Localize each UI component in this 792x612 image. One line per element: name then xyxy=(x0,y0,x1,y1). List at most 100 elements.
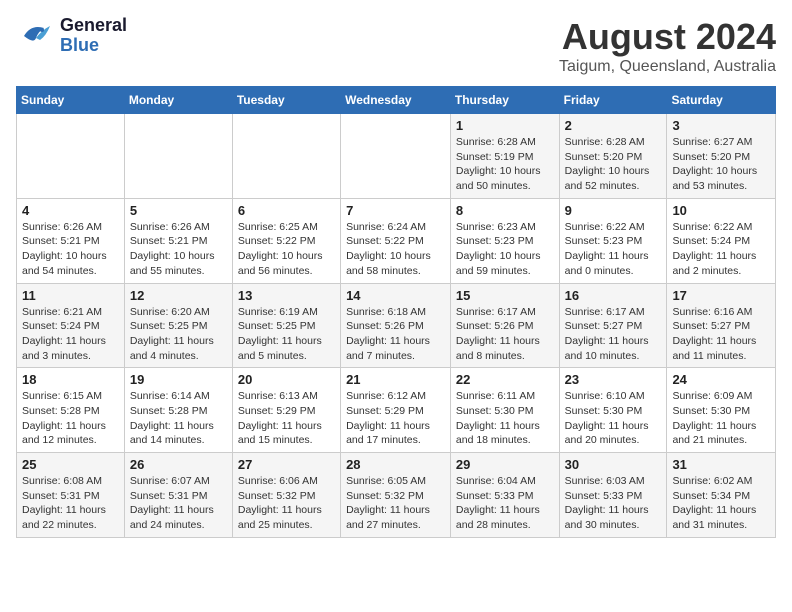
header-friday: Friday xyxy=(559,87,667,114)
month-year-title: August 2024 xyxy=(559,16,776,58)
logo-text: GeneralBlue xyxy=(60,16,127,56)
day-number: 12 xyxy=(130,288,227,303)
title-section: August 2024 Taigum, Queensland, Australi… xyxy=(559,16,776,76)
day-number: 4 xyxy=(22,203,119,218)
day-number: 23 xyxy=(565,372,662,387)
day-number: 17 xyxy=(672,288,770,303)
calendar-cell: 8 Sunrise: 6:23 AM Sunset: 5:23 PM Daylig… xyxy=(450,198,559,283)
day-number: 3 xyxy=(672,118,770,133)
day-number: 16 xyxy=(565,288,662,303)
day-number: 19 xyxy=(130,372,227,387)
cell-info: Sunrise: 6:28 AM Sunset: 5:20 PM Dayligh… xyxy=(565,135,662,194)
day-number: 28 xyxy=(346,457,445,472)
calendar-cell: 2 Sunrise: 6:28 AM Sunset: 5:20 PM Daylig… xyxy=(559,114,667,199)
calendar-cell: 21Sunrise: 6:12 AM Sunset: 5:29 PM Dayli… xyxy=(341,368,451,453)
day-number: 5 xyxy=(130,203,227,218)
calendar-cell: 30 Sunrise: 6:03 AM Sunset: 5:33 PM Dayli… xyxy=(559,453,667,538)
day-number: 24 xyxy=(672,372,770,387)
calendar-header-row: Sunday Monday Tuesday Wednesday Thursday… xyxy=(17,87,776,114)
cell-info: Sunrise: 6:07 AM Sunset: 5:31 PM Dayligh… xyxy=(130,474,227,533)
header-saturday: Saturday xyxy=(667,87,776,114)
day-number: 15 xyxy=(456,288,554,303)
calendar-cell: 22Sunrise: 6:11 AM Sunset: 5:30 PM Dayli… xyxy=(450,368,559,453)
logo-icon xyxy=(16,16,56,56)
calendar-cell xyxy=(124,114,232,199)
day-number: 22 xyxy=(456,372,554,387)
day-number: 9 xyxy=(565,203,662,218)
cell-info: Sunrise: 6:22 AM Sunset: 5:23 PM Dayligh… xyxy=(565,220,662,279)
cell-info: Sunrise: 6:24 AM Sunset: 5:22 PM Dayligh… xyxy=(346,220,445,279)
week-row-4: 18 Sunrise: 6:15 AM Sunset: 5:28 PM Dayli… xyxy=(17,368,776,453)
calendar-cell: 16 Sunrise: 6:17 AM Sunset: 5:27 PM Dayli… xyxy=(559,283,667,368)
cell-info: Sunrise: 6:16 AM Sunset: 5:27 PM Dayligh… xyxy=(672,305,770,364)
day-number: 1 xyxy=(456,118,554,133)
calendar-cell: 10Sunrise: 6:22 AM Sunset: 5:24 PM Dayli… xyxy=(667,198,776,283)
week-row-5: 25 Sunrise: 6:08 AM Sunset: 5:31 PM Dayli… xyxy=(17,453,776,538)
day-number: 2 xyxy=(565,118,662,133)
header-thursday: Thursday xyxy=(450,87,559,114)
calendar-cell: 23Sunrise: 6:10 AM Sunset: 5:30 PM Dayli… xyxy=(559,368,667,453)
cell-info: Sunrise: 6:15 AM Sunset: 5:28 PM Dayligh… xyxy=(22,389,119,448)
calendar-cell: 19 Sunrise: 6:14 AM Sunset: 5:28 PM Dayli… xyxy=(124,368,232,453)
header-sunday: Sunday xyxy=(17,87,125,114)
day-number: 20 xyxy=(238,372,335,387)
cell-info: Sunrise: 6:21 AM Sunset: 5:24 PM Dayligh… xyxy=(22,305,119,364)
cell-info: Sunrise: 6:08 AM Sunset: 5:31 PM Dayligh… xyxy=(22,474,119,533)
calendar-cell: 3 Sunrise: 6:27 AM Sunset: 5:20 PM Daylig… xyxy=(667,114,776,199)
calendar-cell: 31Sunrise: 6:02 AM Sunset: 5:34 PM Dayli… xyxy=(667,453,776,538)
cell-info: Sunrise: 6:19 AM Sunset: 5:25 PM Dayligh… xyxy=(238,305,335,364)
day-number: 7 xyxy=(346,203,445,218)
page-header: GeneralBlue August 2024 Taigum, Queensla… xyxy=(16,16,776,76)
calendar-cell: 5 Sunrise: 6:26 AM Sunset: 5:21 PM Daylig… xyxy=(124,198,232,283)
calendar-cell xyxy=(17,114,125,199)
day-number: 18 xyxy=(22,372,119,387)
location-subtitle: Taigum, Queensland, Australia xyxy=(559,58,776,76)
cell-info: Sunrise: 6:27 AM Sunset: 5:20 PM Dayligh… xyxy=(672,135,770,194)
calendar-cell: 29Sunrise: 6:04 AM Sunset: 5:33 PM Dayli… xyxy=(450,453,559,538)
cell-info: Sunrise: 6:26 AM Sunset: 5:21 PM Dayligh… xyxy=(130,220,227,279)
cell-info: Sunrise: 6:23 AM Sunset: 5:23 PM Dayligh… xyxy=(456,220,554,279)
calendar-cell: 6Sunrise: 6:25 AM Sunset: 5:22 PM Daylig… xyxy=(232,198,340,283)
calendar-cell: 7 Sunrise: 6:24 AM Sunset: 5:22 PM Daylig… xyxy=(341,198,451,283)
day-number: 11 xyxy=(22,288,119,303)
header-tuesday: Tuesday xyxy=(232,87,340,114)
day-number: 26 xyxy=(130,457,227,472)
calendar-cell: 28 Sunrise: 6:05 AM Sunset: 5:32 PM Dayli… xyxy=(341,453,451,538)
calendar-cell: 13 Sunrise: 6:19 AM Sunset: 5:25 PM Dayli… xyxy=(232,283,340,368)
calendar-cell: 9 Sunrise: 6:22 AM Sunset: 5:23 PM Daylig… xyxy=(559,198,667,283)
day-number: 8 xyxy=(456,203,554,218)
cell-info: Sunrise: 6:13 AM Sunset: 5:29 PM Dayligh… xyxy=(238,389,335,448)
day-number: 13 xyxy=(238,288,335,303)
calendar-cell: 25 Sunrise: 6:08 AM Sunset: 5:31 PM Dayli… xyxy=(17,453,125,538)
calendar-cell: 11 Sunrise: 6:21 AM Sunset: 5:24 PM Dayli… xyxy=(17,283,125,368)
header-monday: Monday xyxy=(124,87,232,114)
cell-info: Sunrise: 6:03 AM Sunset: 5:33 PM Dayligh… xyxy=(565,474,662,533)
cell-info: Sunrise: 6:20 AM Sunset: 5:25 PM Dayligh… xyxy=(130,305,227,364)
cell-info: Sunrise: 6:14 AM Sunset: 5:28 PM Dayligh… xyxy=(130,389,227,448)
calendar-cell: 24Sunrise: 6:09 AM Sunset: 5:30 PM Dayli… xyxy=(667,368,776,453)
calendar-cell: 1Sunrise: 6:28 AM Sunset: 5:19 PM Daylig… xyxy=(450,114,559,199)
calendar-cell: 14 Sunrise: 6:18 AM Sunset: 5:26 PM Dayli… xyxy=(341,283,451,368)
cell-info: Sunrise: 6:18 AM Sunset: 5:26 PM Dayligh… xyxy=(346,305,445,364)
cell-info: Sunrise: 6:12 AM Sunset: 5:29 PM Dayligh… xyxy=(346,389,445,448)
day-number: 30 xyxy=(565,457,662,472)
header-wednesday: Wednesday xyxy=(341,87,451,114)
cell-info: Sunrise: 6:05 AM Sunset: 5:32 PM Dayligh… xyxy=(346,474,445,533)
day-number: 25 xyxy=(22,457,119,472)
day-number: 14 xyxy=(346,288,445,303)
calendar-cell: 18 Sunrise: 6:15 AM Sunset: 5:28 PM Dayli… xyxy=(17,368,125,453)
calendar-cell: 27Sunrise: 6:06 AM Sunset: 5:32 PM Dayli… xyxy=(232,453,340,538)
cell-info: Sunrise: 6:17 AM Sunset: 5:27 PM Dayligh… xyxy=(565,305,662,364)
week-row-3: 11 Sunrise: 6:21 AM Sunset: 5:24 PM Dayli… xyxy=(17,283,776,368)
cell-info: Sunrise: 6:04 AM Sunset: 5:33 PM Dayligh… xyxy=(456,474,554,533)
calendar-cell: 4Sunrise: 6:26 AM Sunset: 5:21 PM Daylig… xyxy=(17,198,125,283)
cell-info: Sunrise: 6:17 AM Sunset: 5:26 PM Dayligh… xyxy=(456,305,554,364)
logo: GeneralBlue xyxy=(16,16,127,56)
calendar-cell: 26 Sunrise: 6:07 AM Sunset: 5:31 PM Dayli… xyxy=(124,453,232,538)
calendar-cell: 12 Sunrise: 6:20 AM Sunset: 5:25 PM Dayli… xyxy=(124,283,232,368)
calendar-cell xyxy=(341,114,451,199)
calendar-cell: 20 Sunrise: 6:13 AM Sunset: 5:29 PM Dayli… xyxy=(232,368,340,453)
calendar-cell xyxy=(232,114,340,199)
cell-info: Sunrise: 6:25 AM Sunset: 5:22 PM Dayligh… xyxy=(238,220,335,279)
cell-info: Sunrise: 6:06 AM Sunset: 5:32 PM Dayligh… xyxy=(238,474,335,533)
